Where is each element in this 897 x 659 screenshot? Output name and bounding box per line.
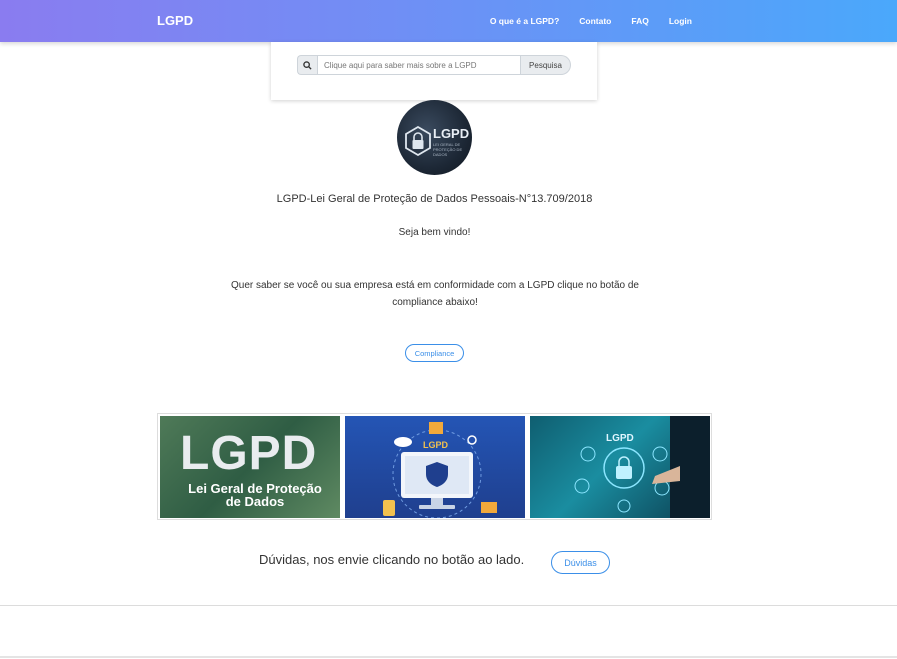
digital-lock-illustration [574,416,710,518]
search-input[interactable] [317,55,521,75]
gallery-image-label: LGPD [606,433,634,444]
image-gallery: LGPD Lei Geral de Proteção de Dados LGPD [157,413,712,520]
nav-link-contact[interactable]: Contato [579,16,611,26]
lgpd-logo: LGPD LEI GERAL DE PROTEÇÃO DE DADOS [397,100,472,175]
logo-text: LGPD [433,126,470,141]
compliance-button[interactable]: Compliance [405,344,464,362]
gallery-image-label: LGPD [423,440,449,450]
nav-links: O que é a LGPD? Contato FAQ Login [490,16,692,26]
gallery-image-digital-lock[interactable]: LGPD [530,416,710,518]
compliance-question-text: Quer saber se você ou sua empresa está e… [230,280,639,308]
nav-link-faq[interactable]: FAQ [631,16,648,26]
logo-subtext: LEI GERAL DE PROTEÇÃO DE DADOS [433,142,463,157]
brand-logo-text[interactable]: LGPD [157,13,193,28]
nav-link-what-is-lgpd[interactable]: O que é a LGPD? [490,16,559,26]
gallery-image-subtitle: Lei Geral de Proteção de Dados [188,481,322,509]
bottom-scrollbar-track [0,656,897,658]
nav-link-login[interactable]: Login [669,16,692,26]
gallery-image-lgpd-text[interactable]: LGPD Lei Geral de Proteção de Dados [160,416,340,518]
footer-divider [0,605,897,606]
search-button[interactable]: Pesquisa [521,55,571,75]
computer-shield-illustration [383,422,497,518]
welcome-text: Seja bem vindo! [398,227,471,238]
search-card: Pesquisa [271,42,597,100]
search-group: Pesquisa [297,55,571,75]
doubts-button[interactable]: Dúvidas [551,551,610,574]
padlock-icon [405,126,431,156]
top-navbar: LGPD O que é a LGPD? Contato FAQ Login [0,0,897,42]
gallery-image-title: LGPD [180,427,318,480]
search-icon [297,55,317,75]
page-title: LGPD-Lei Geral de Proteção de Dados Pess… [276,193,593,205]
doubts-prompt-text: Dúvidas, nos envie clicando no botão ao … [259,552,525,567]
gallery-image-computer-shield[interactable]: LGPD [345,416,525,518]
